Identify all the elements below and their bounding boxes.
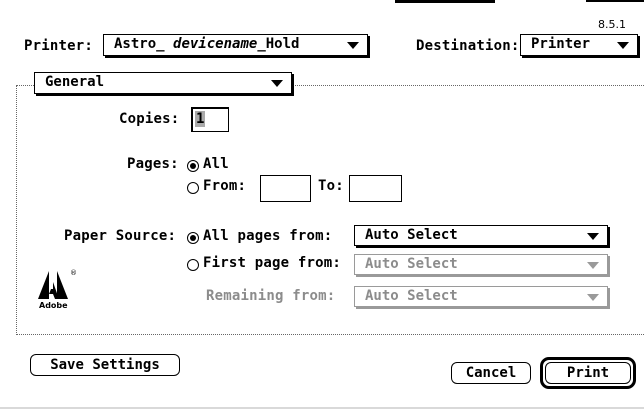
cancel-label: Cancel [465,365,517,381]
panel-value: General [45,74,105,90]
copies-label: Copies: [119,111,180,127]
save-settings-button[interactable]: Save Settings [30,354,180,376]
adobe-registered-mark: ® [70,269,77,277]
adobe-logo-text: Adobe [39,301,68,310]
printer-value: Astro_ devicename_Hold [114,36,300,52]
all-pages-value: Auto Select [365,227,458,243]
pages-from-label: From: [203,178,247,194]
chevron-down-icon [587,233,599,240]
version-label: 8.5.1 [598,18,626,31]
first-page-label: First page from: [203,255,342,271]
frame-top-edge [395,0,495,3]
pages-all-label: All [203,156,229,172]
pages-from-field[interactable] [260,175,311,202]
pages-all-radio[interactable] [187,160,199,172]
pages-from-radio[interactable] [187,182,199,194]
all-pages-popup[interactable]: Auto Select [354,225,608,246]
print-button[interactable]: Print [545,362,631,384]
destination-value: Printer [531,36,591,52]
save-settings-label: Save Settings [50,357,160,373]
printer-popup[interactable]: Astro_ devicename_Hold [103,34,368,56]
chevron-down-icon [587,262,599,269]
frame-top-edge-right [586,0,644,2]
paper-source-label: Paper Source: [64,228,177,244]
chevron-down-icon [271,80,283,87]
all-pages-radio[interactable] [187,232,199,244]
remaining-value: Auto Select [365,288,458,304]
first-page-radio[interactable] [187,259,199,271]
adobe-logo-icon [38,271,68,299]
chevron-down-icon [347,42,359,49]
remaining-label: Remaining from: [206,288,336,304]
copies-value: 1 [195,111,206,127]
panel-popup[interactable]: General [34,72,292,94]
first-page-value: Auto Select [365,256,458,272]
print-label: Print [566,365,610,381]
pages-to-field[interactable] [349,175,402,202]
printer-label: Printer: [24,38,94,54]
destination-popup[interactable]: Printer [520,34,638,56]
pages-to-label: To: [318,178,344,194]
chevron-down-icon [587,294,599,301]
remaining-popup[interactable]: Auto Select [354,286,608,307]
all-pages-label: All pages from: [203,228,333,244]
pages-label: Pages: [127,156,179,172]
adobe-logo: ® Adobe [36,269,77,315]
cancel-button[interactable]: Cancel [451,362,531,384]
chevron-down-icon [617,42,629,49]
copies-field[interactable]: 1 [191,107,229,132]
first-page-popup[interactable]: Auto Select [354,254,608,275]
destination-label: Destination: [416,38,520,54]
